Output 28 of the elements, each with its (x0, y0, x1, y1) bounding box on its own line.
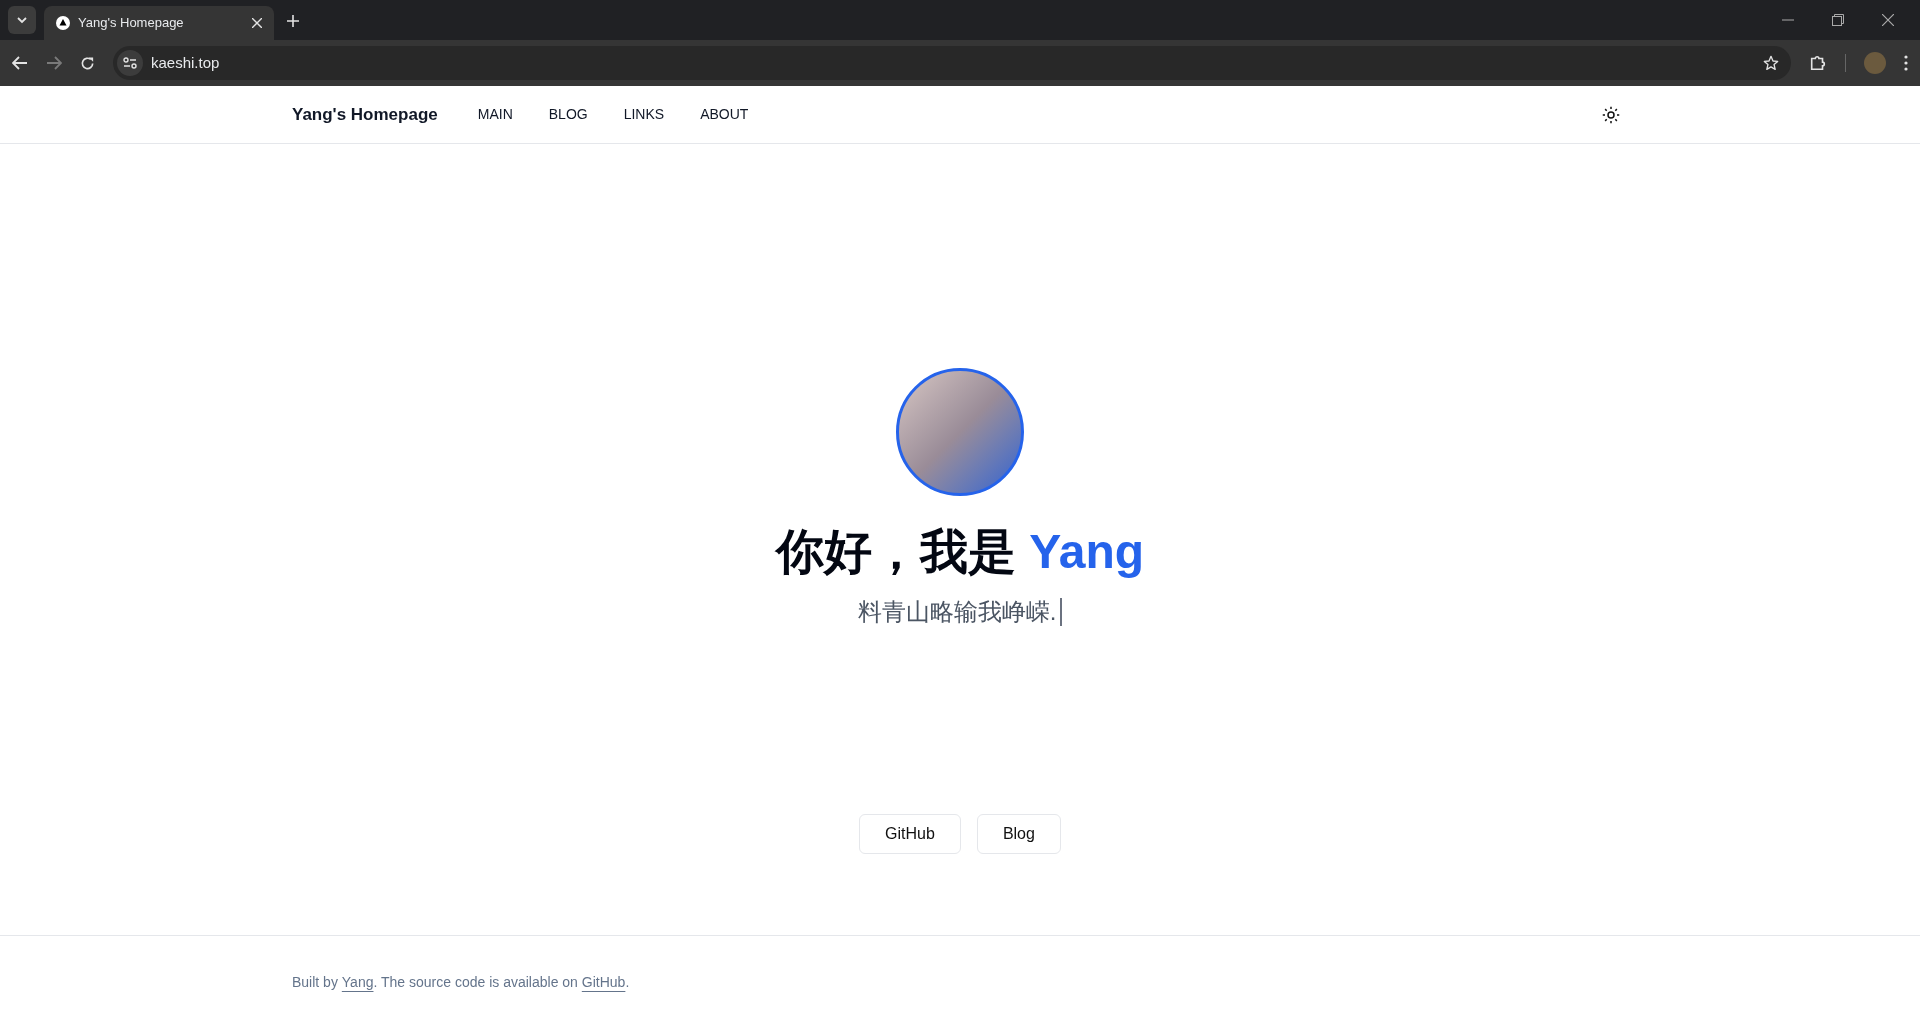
tagline: 料青山略输我峥嵘. (857, 597, 1057, 627)
tab-search-button[interactable] (8, 6, 36, 34)
triangle-logo-icon (56, 16, 70, 30)
menu-icon[interactable] (1904, 55, 1908, 71)
nav-link[interactable]: LINKS (623, 104, 665, 125)
chevron-down-icon (16, 16, 28, 24)
site-title[interactable]: Yang's Homepage (292, 101, 438, 128)
close-icon[interactable] (1882, 14, 1894, 26)
tab-title: Yang's Homepage (78, 14, 185, 33)
address-bar[interactable]: kaeshi.top (113, 46, 1791, 80)
site-info-icon[interactable] (117, 50, 143, 76)
nav-link[interactable]: ABOUT (700, 104, 749, 125)
text-cursor (1060, 598, 1063, 626)
browser-tab[interactable]: Yang's Homepage (44, 6, 274, 40)
new-tab-icon[interactable] (286, 14, 300, 28)
nav-link[interactable]: BLOG (548, 104, 588, 125)
back-icon[interactable] (12, 56, 28, 70)
extensions-icon[interactable] (1809, 54, 1827, 72)
url-text: kaeshi.top (151, 52, 220, 73)
reload-icon[interactable] (80, 55, 95, 71)
restore-icon[interactable] (1832, 14, 1844, 26)
footer-text: Built by Yang. The source code is available on GitHub. (292, 973, 631, 992)
sun-icon[interactable] (1602, 105, 1620, 124)
nav-link[interactable]: MAIN (477, 104, 513, 125)
link-button[interactable]: GitHub (859, 814, 961, 854)
hero-heading: 你好，我是 Yang (775, 524, 1144, 580)
bookmark-star-icon[interactable] (1763, 55, 1779, 71)
link-button[interactable]: Blog (976, 814, 1061, 854)
